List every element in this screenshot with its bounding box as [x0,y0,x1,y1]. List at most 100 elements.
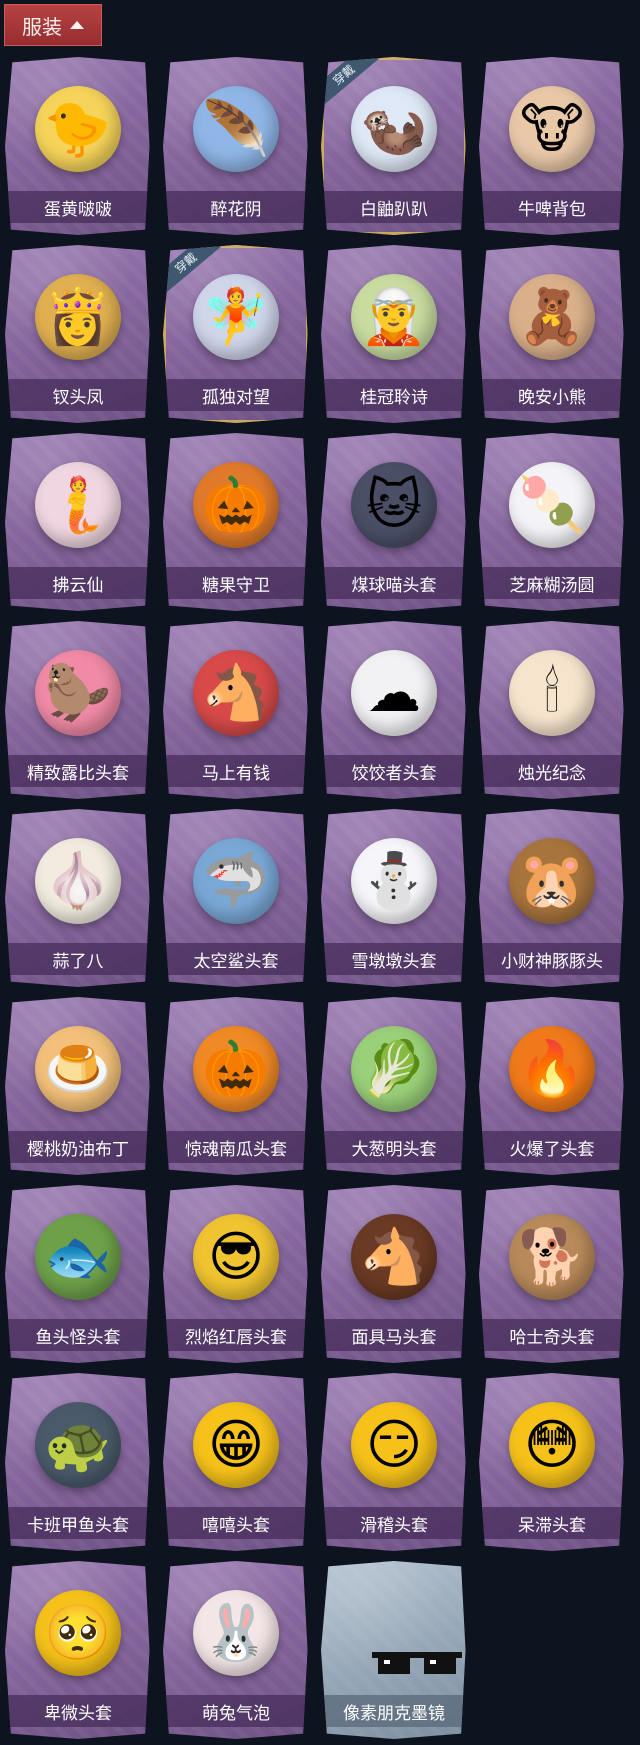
outfit-card[interactable]: 🐰 萌兔气泡 [163,1561,308,1739]
outfit-name: 煤球喵头套 [321,567,466,599]
outfit-card[interactable]: 🧝 桂冠聆诗 [321,245,466,423]
snowman-head-icon: ⛄ [344,831,444,931]
outfit-name: 牛啤背包 [479,191,624,223]
chick-egg-icon: 🐤 [28,79,128,179]
pumpkin-guard-icon: 🎃 [186,455,286,555]
candle-head-icon: 🕯 [502,643,602,743]
outfit-name: 糖果守卫 [163,567,308,599]
garlic-head-icon: 🧄 [28,831,128,931]
outfit-card[interactable]: 🔥 火爆了头套 [479,997,624,1175]
outfit-card[interactable]: ☁ 饺饺者头套 [321,621,466,799]
black-cat-head-icon: 🐱 [344,455,444,555]
cloud-fairy-icon: 🧜 [28,455,128,555]
stare-emoji-head-icon: 😳 [502,1395,602,1495]
pixel-sunglasses-icon [344,1583,462,1683]
outfit-card[interactable]: 🐢 卡班甲鱼头套 [5,1373,150,1551]
pikachu-sunglasses-head-icon: 😎 [186,1207,286,1307]
outfit-card[interactable]: 🧄 蒜了八 [5,809,150,987]
outfit-name: 鱼头怪头套 [5,1319,150,1351]
outfit-card[interactable]: ⛄ 雪墩墩头套 [321,809,466,987]
outfit-name: 拂云仙 [5,567,150,599]
outfit-card[interactable]: 😎 烈焰红唇头套 [163,1185,308,1363]
outfit-name: 惊魂南瓜头套 [163,1131,308,1163]
outfit-name: 芝麻糊汤圆 [479,567,624,599]
cloud-dumpling-head-icon: ☁ [344,643,444,743]
scallion-head-icon: 🥬 [344,1019,444,1119]
outfit-card[interactable]: 🐮 牛啤背包 [479,57,624,235]
caret-up-icon [70,21,84,29]
outfit-name: 醉花阴 [163,191,308,223]
horse-mask-head-icon: 🐴 [344,1207,444,1307]
outfit-name: 火爆了头套 [479,1131,624,1163]
smirk-emoji-head-icon: 😏 [344,1395,444,1495]
outfit-card[interactable]: 🎃 糖果守卫 [163,433,308,611]
outfit-category-toggle[interactable]: 服装 [4,4,102,46]
phoenix-crown-doll-icon: 👸 [28,267,128,367]
capybara-head-icon: 🐹 [502,831,602,931]
outfit-card[interactable]: 🐟 鱼头怪头套 [5,1185,150,1363]
outfit-name: 桂冠聆诗 [321,379,466,411]
pudding-head-icon: 🍮 [28,1019,128,1119]
outfit-name: 嘻嘻头套 [163,1507,308,1539]
outfit-card[interactable]: 🍡 芝麻糊汤圆 [479,433,624,611]
outfit-card[interactable]: 🐤 蛋黄啵啵 [5,57,150,235]
pink-beaver-head-icon: 🦫 [28,643,128,743]
outfit-name: 精致露比头套 [5,755,150,787]
outfit-name: 蒜了八 [5,943,150,975]
outfit-grid: 🐤 蛋黄啵啵 🪶 醉花阴 🦦 穿戴 白鼬趴趴 🐮 牛啤背包 👸 钗头凤 🧚 穿戴 孤独对望 🧝 桂冠聆诗 🧸 晚安… [5,57,625,1739]
outfit-card[interactable]: 🥬 大葱明头套 [321,997,466,1175]
outfit-name: 烛光纪念 [479,755,624,787]
outfit-name: 太空鲨头套 [163,943,308,975]
outfit-card[interactable]: 🐹 小财神豚豚头 [479,809,624,987]
outfit-category-label: 服装 [22,14,62,39]
white-hair-doll-icon: 🧚 [186,267,286,367]
outfit-card[interactable]: 🍮 樱桃奶油布丁 [5,997,150,1175]
outfit-card[interactable]: 👸 钗头凤 [5,245,150,423]
turtle-head-icon: 🐢 [28,1395,128,1495]
outfit-card[interactable]: 🐕 哈士奇头套 [479,1185,624,1363]
husky-head-icon: 🐕 [502,1207,602,1307]
laurel-doll-icon: 🧝 [344,267,444,367]
outfit-card[interactable]: 🧚 穿戴 孤独对望 [163,245,308,423]
outfit-name: 孤独对望 [163,379,308,411]
teddy-bear-icon: 🧸 [502,267,602,367]
outfit-name: 晚安小熊 [479,379,624,411]
outfit-name: 雪墩墩头套 [321,943,466,975]
outfit-name: 呆滞头套 [479,1507,624,1539]
outfit-card[interactable]: 🦫 精致露比头套 [5,621,150,799]
outfit-card[interactable]: 🧜 拂云仙 [5,433,150,611]
outfit-card[interactable]: 🎃 惊魂南瓜头套 [163,997,308,1175]
fire-head-icon: 🔥 [502,1019,602,1119]
outfit-card[interactable]: 🐱 煤球喵头套 [321,433,466,611]
outfit-name: 像素朋克墨镜 [321,1695,466,1727]
outfit-card[interactable]: 🪶 醉花阴 [163,57,308,235]
outfit-name: 萌兔气泡 [163,1695,308,1727]
outfit-name: 蛋黄啵啵 [5,191,150,223]
humble-emoji-head-icon: 🥺 [28,1583,128,1683]
outfit-name: 大葱明头套 [321,1131,466,1163]
outfit-name: 面具马头套 [321,1319,466,1351]
outfit-name: 烈焰红唇头套 [163,1319,308,1351]
white-ferret-icon: 🦦 [344,79,444,179]
bunny-bubble-icon: 🐰 [186,1583,286,1683]
outfit-card[interactable]: 🐴 马上有钱 [163,621,308,799]
outfit-name: 卡班甲鱼头套 [5,1507,150,1539]
outfit-card[interactable]: 🦈 太空鲨头套 [163,809,308,987]
outfit-name: 樱桃奶油布丁 [5,1131,150,1163]
outfit-card[interactable]: 🧸 晚安小熊 [479,245,624,423]
outfit-name: 马上有钱 [163,755,308,787]
outfit-card[interactable]: 🥺 卑微头套 [5,1561,150,1739]
grin-emoji-head-icon: 😁 [186,1395,286,1495]
outfit-card[interactable]: 😏 滑稽头套 [321,1373,466,1551]
outfit-name: 饺饺者头套 [321,755,466,787]
outfit-card[interactable]: 😁 嘻嘻头套 [163,1373,308,1551]
outfit-name: 白鼬趴趴 [321,191,466,223]
shark-head-icon: 🦈 [186,831,286,931]
outfit-card[interactable]: 🦦 穿戴 白鼬趴趴 [321,57,466,235]
cow-beer-icon: 🐮 [502,79,602,179]
outfit-card[interactable]: 🕯 烛光纪念 [479,621,624,799]
outfit-card[interactable]: 😳 呆滞头套 [479,1373,624,1551]
outfit-name: 卑微头套 [5,1695,150,1727]
outfit-card[interactable]: 像素朋克墨镜 [321,1561,466,1739]
outfit-card[interactable]: 🐴 面具马头套 [321,1185,466,1363]
